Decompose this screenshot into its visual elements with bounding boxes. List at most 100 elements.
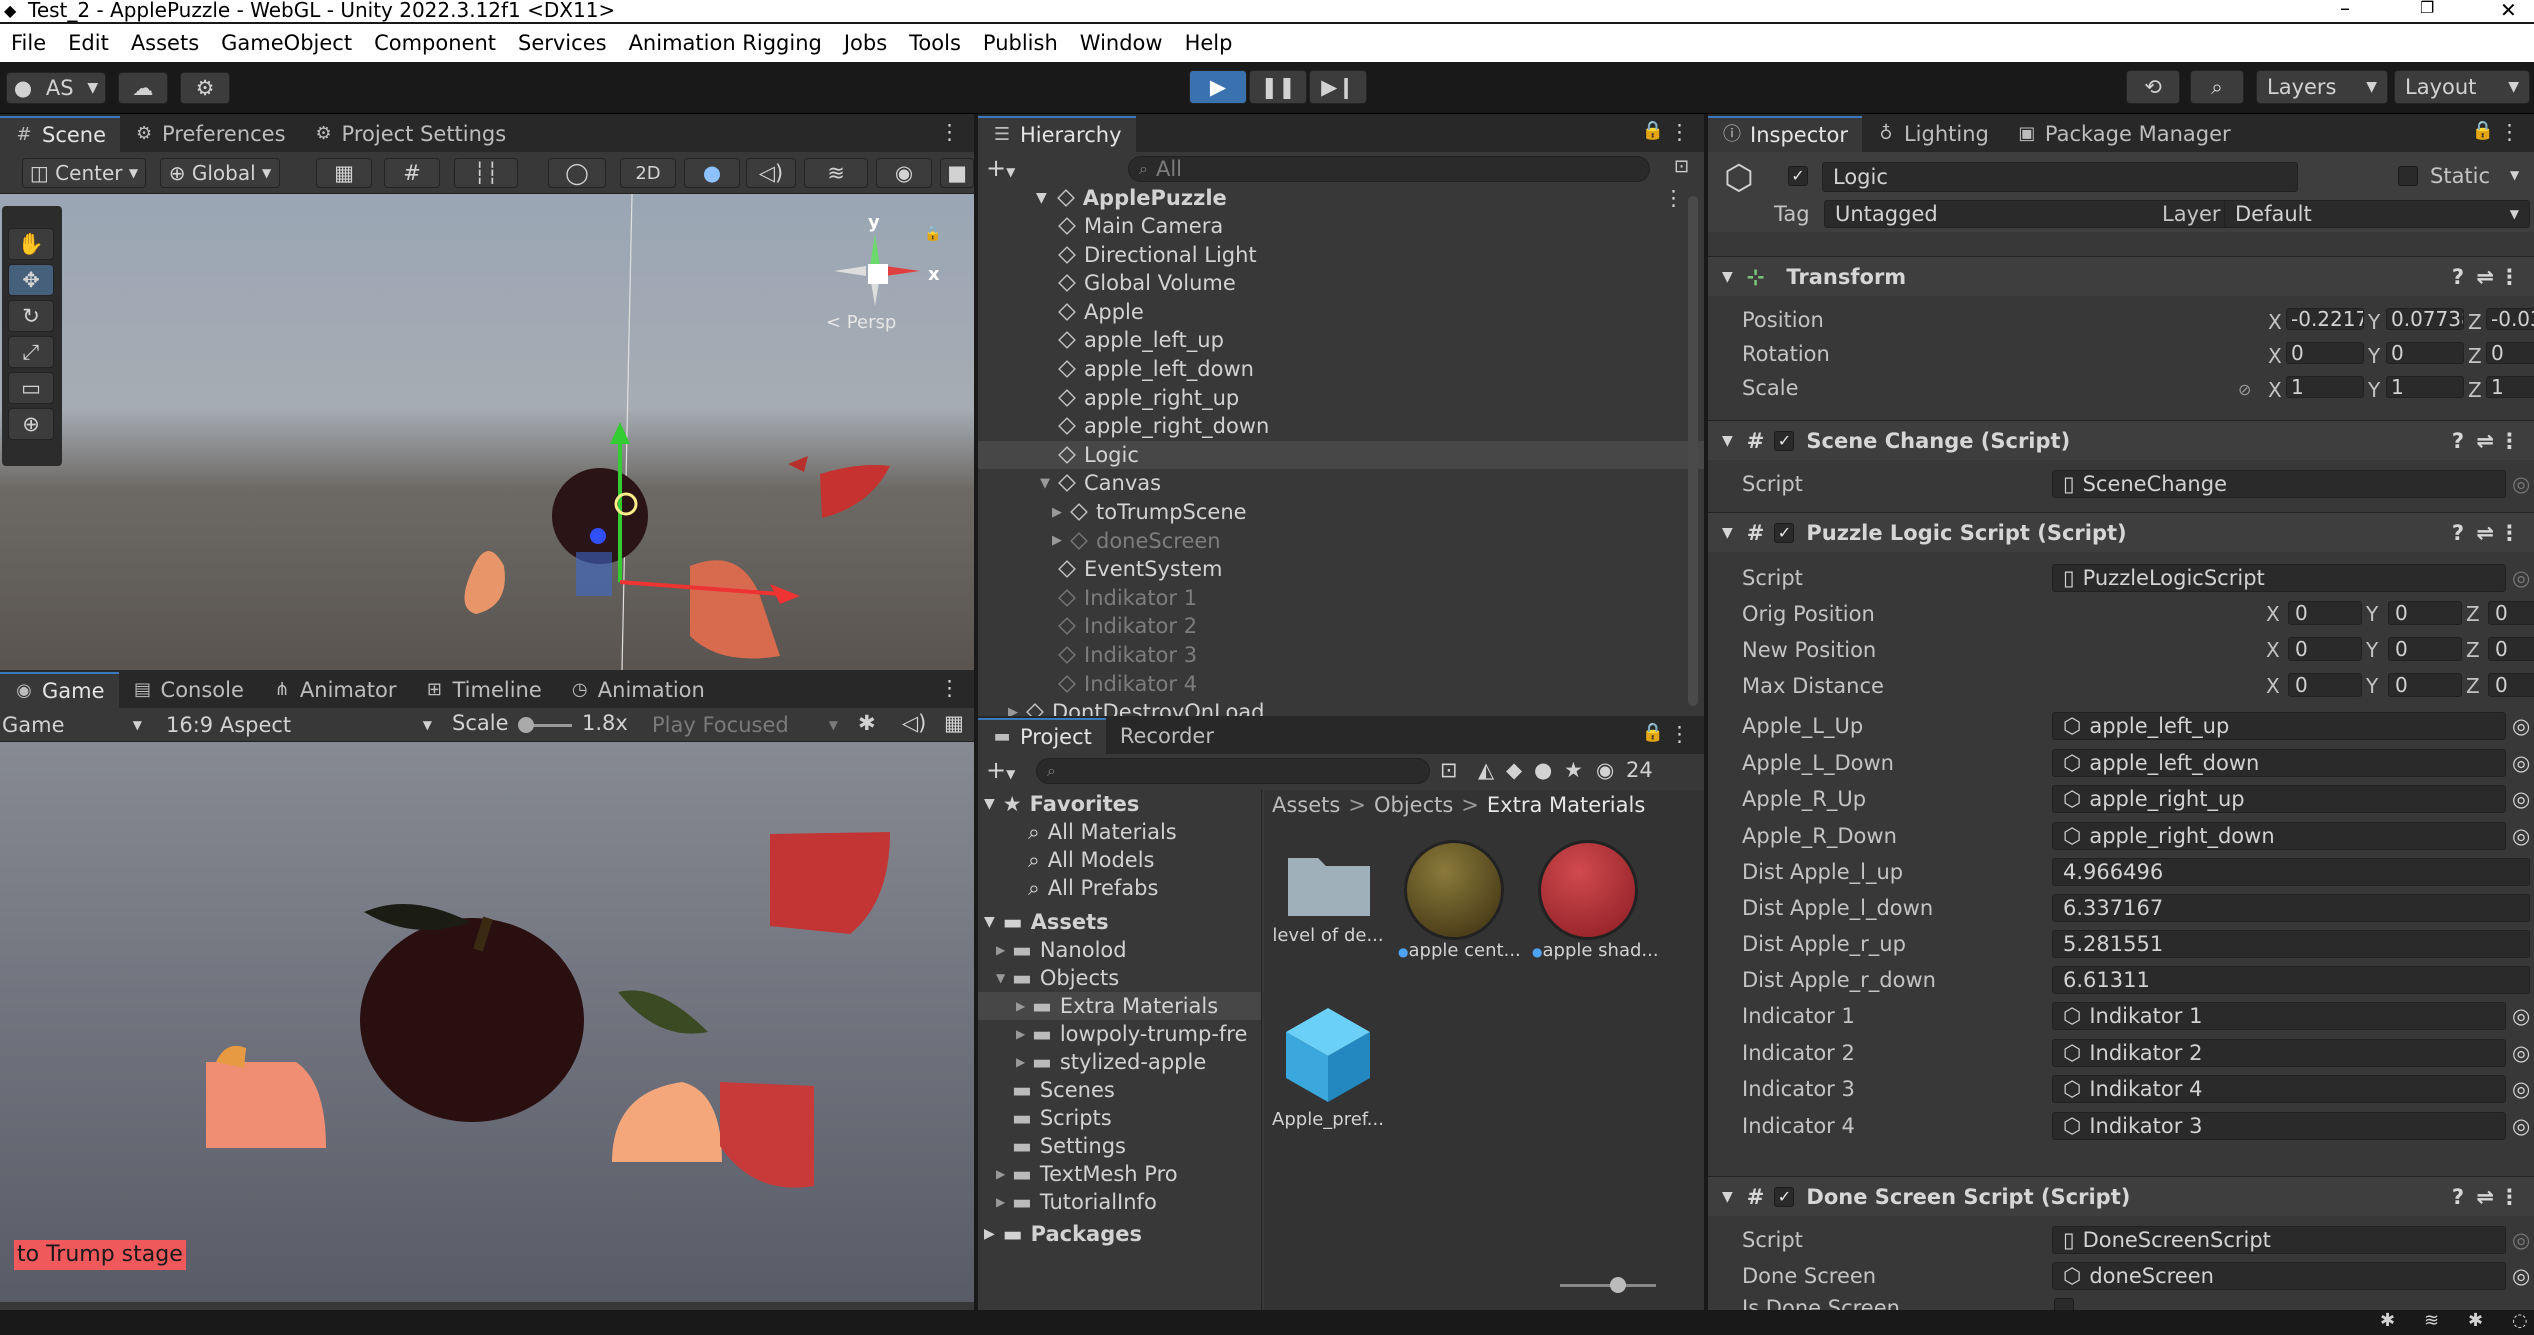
kebab-menu-icon[interactable]: ⋮ [2499,1185,2520,1209]
search-button[interactable]: ⌕ [2190,70,2244,104]
object-reference-field[interactable]: 6.337167 [2052,894,2530,922]
tab-lighting[interactable]: ♁ Lighting [1862,116,2003,152]
position-y-field[interactable]: 0.07738013 [2386,308,2464,330]
object-picker-icon[interactable]: ◎ [2512,566,2530,590]
expand-arrow-icon[interactable]: ▶ [1016,1027,1032,1041]
type-filter-icon[interactable]: ◭ [1478,758,1494,782]
effects-dropdown[interactable]: ≋ [804,158,868,188]
asset-tree-item[interactable]: ▬ Scripts [978,1104,1261,1132]
play-mode-dropdown[interactable]: Play Focused ▼ [652,710,844,740]
menu-services[interactable]: Services [507,31,618,55]
preset-icon[interactable]: ⇌ [2476,265,2494,289]
tab-project-settings[interactable]: ⚙ Project Settings [300,116,521,152]
aspect-dropdown[interactable]: 16:9 Aspect ▼ [166,710,438,740]
slider-handle[interactable] [1610,1277,1626,1293]
search-window-icon[interactable]: ⊡ [1440,758,1458,782]
object-reference-field[interactable]: ⬡ Indikator 2 [2052,1038,2506,1067]
tab-console[interactable]: ▤ Console [119,672,258,708]
bug-icon[interactable]: ✱ [2468,1310,2483,1331]
menu-animation-rigging[interactable]: Animation Rigging [618,31,833,55]
menu-assets[interactable]: Assets [120,31,210,55]
breadcrumb-assets[interactable]: Assets [1272,793,1340,817]
hierarchy-item[interactable]: ▼ Canvas [978,469,1704,497]
menu-publish[interactable]: Publish [972,31,1069,55]
object-picker-icon[interactable]: ◎ [2512,824,2530,848]
expand-arrow-icon[interactable]: ▶ [1052,533,1070,548]
enabled-checkbox[interactable]: ✓ [1774,1186,1795,1207]
hierarchy-item[interactable]: Logic [978,440,1704,469]
vector-field[interactable]: 0 [2288,601,2362,625]
hierarchy-item[interactable]: ▶ toTrumpScene [978,498,1704,526]
vector-field[interactable]: 0 [2288,637,2362,661]
tab-animation[interactable]: ◷ Animation [556,672,719,708]
hidden-packages-icon[interactable]: ◉ [1596,758,1614,782]
hierarchy-item[interactable]: EventSystem [978,555,1704,583]
label-filter-icon[interactable]: ◆ [1506,758,1522,782]
scene-root-row[interactable]: ▼ ApplePuzzle ⋮ [978,184,1704,212]
help-icon[interactable]: ? [2452,429,2464,453]
kebab-menu-icon[interactable]: ⋮ [939,120,960,144]
expand-arrow-icon[interactable]: ▶ [1008,705,1026,716]
object-reference-field[interactable]: ⬡ Indikator 4 [2052,1075,2506,1103]
kebab-menu-icon[interactable]: ⋮ [2499,120,2520,144]
favorite-item[interactable]: ⌕ All Models [978,846,1261,874]
object-picker-icon[interactable]: ◎ [2512,1077,2530,1101]
packages-header[interactable]: ▶ ▬ Packages [978,1220,1261,1248]
layout-dropdown[interactable]: Layout ▼ [2394,70,2530,104]
grid-visibility-button[interactable]: # [384,158,440,188]
object-reference-field[interactable]: ⬡ apple_left_down [2052,748,2506,777]
scale-slider[interactable] [518,717,572,733]
rotation-z-field[interactable]: 0 [2486,342,2534,364]
scene-viewport[interactable]: ✋ ✥ ↻ ⤢ ▭ ⊕ y x < Persp 🔒 [0,194,974,670]
bug-icon[interactable]: ✱ [858,711,876,735]
object-name-input[interactable]: Logic [1822,162,2298,192]
kebab-menu-icon[interactable]: ⋮ [2499,265,2520,289]
help-icon[interactable]: ? [2452,265,2464,289]
space-dropdown[interactable]: ⊕ Global ▼ [160,158,280,188]
preset-icon[interactable]: ⇌ [2476,521,2494,545]
tab-project[interactable]: ▬ Project [978,718,1106,754]
hierarchy-item[interactable]: Indikator 4 [978,670,1704,698]
debug-icon[interactable]: ✱ [2380,1310,2395,1331]
object-picker-icon[interactable]: ◎ [2512,1228,2530,1252]
slider-handle[interactable] [518,717,534,733]
is-done-checkbox[interactable] [2054,1298,2074,1310]
tab-hierarchy[interactable]: ☰ Hierarchy [978,116,1136,152]
object-picker-icon[interactable]: ◎ [2512,1041,2530,1065]
vector-field[interactable]: 0 [2488,673,2534,697]
asset-tree-item[interactable]: ▶ ▬ TutorialInfo [978,1188,1261,1216]
hierarchy-item[interactable]: Apple [978,298,1704,326]
asset-material-item[interactable]: ●apple cent... [1398,840,1521,970]
rotation-y-field[interactable]: 0 [2386,342,2464,364]
project-search-input[interactable]: ⌕ [1036,758,1430,784]
enabled-checkbox[interactable]: ✓ [1774,522,1795,543]
constrain-proportions-icon[interactable]: ⊘ [2238,380,2251,399]
menu-file[interactable]: File [0,31,57,55]
asset-tree-item[interactable]: ▼ ▬ Objects [978,964,1261,992]
object-reference-field[interactable]: ⬡ Indikator 3 [2052,1111,2506,1140]
menu-edit[interactable]: Edit [57,31,120,55]
asset-prefab-item[interactable]: Apple_pref... [1272,1004,1384,1134]
menu-gameobject[interactable]: GameObject [210,31,363,55]
stats-icon[interactable]: ▦ [944,711,964,735]
kebab-menu-icon[interactable]: ⋮ [1669,722,1690,746]
preset-icon[interactable]: ⇌ [2476,1185,2494,1209]
account-dropdown[interactable]: ● AS ▼ [6,72,106,104]
layer-dropdown[interactable]: Default ▼ [2224,200,2530,228]
vector-field[interactable]: 0 [2388,637,2462,661]
expand-arrow-icon[interactable]: ▶ [996,1167,1012,1181]
breadcrumb-extra-materials[interactable]: Extra Materials [1487,793,1645,817]
hierarchy-search-input[interactable]: ⌕ All [1128,156,1650,182]
tab-game[interactable]: ◉ Game [0,672,119,708]
hierarchy-item[interactable]: apple_left_down [978,355,1704,383]
play-button[interactable]: ▶ [1189,70,1247,104]
expand-arrow-icon[interactable]: ▼ [1040,476,1058,491]
hierarchy-item[interactable]: Global Volume [978,269,1704,297]
asset-material-item[interactable]: ●apple shad... [1532,840,1659,970]
tab-timeline[interactable]: ⊞ Timeline [410,672,555,708]
kebab-menu-icon[interactable]: ⋮ [1669,120,1690,144]
cloud-button[interactable]: ☁ [118,72,168,104]
vector-field[interactable]: 0 [2488,637,2534,661]
minimize-button[interactable]: – [2340,0,2350,20]
favorite-icon[interactable]: ★ [1564,758,1583,782]
